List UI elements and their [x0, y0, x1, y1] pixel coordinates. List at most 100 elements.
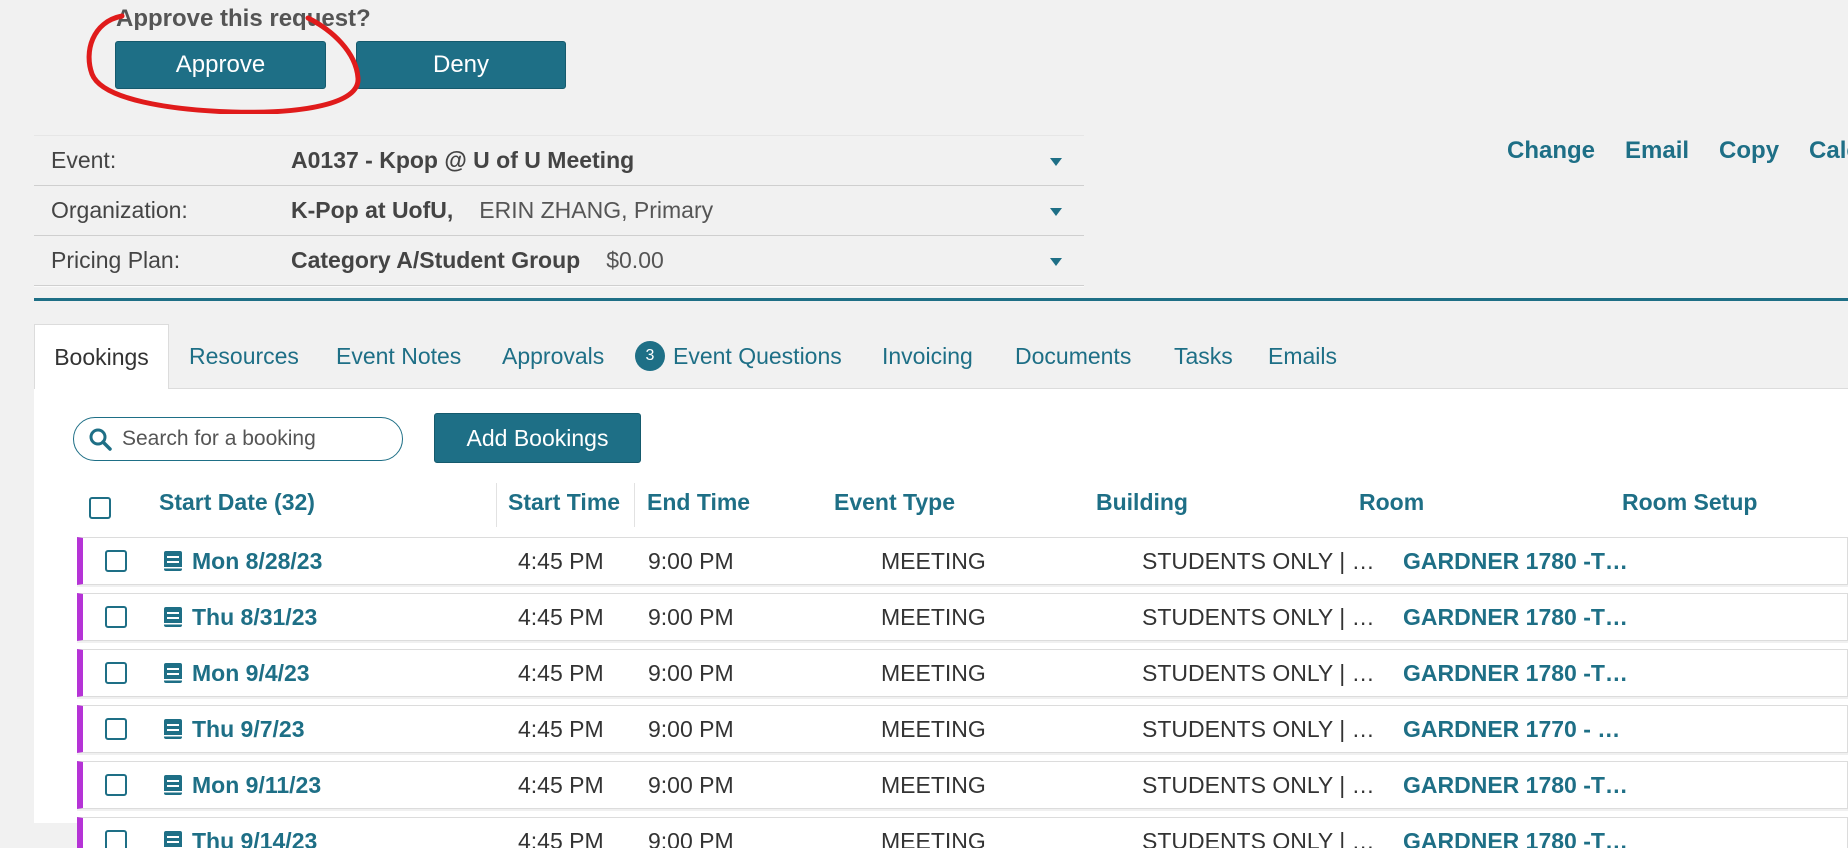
col-start-date[interactable]: Start Date (32) [159, 477, 315, 527]
end-time-cell: 9:00 PM [648, 762, 734, 808]
booking-search[interactable] [73, 417, 403, 461]
start-time-cell: 4:45 PM [518, 650, 604, 696]
chevron-down-icon[interactable] [1050, 208, 1062, 216]
column-divider [634, 483, 635, 527]
end-time-cell: 9:00 PM [648, 538, 734, 584]
table-row[interactable]: Mon 9/4/23 4:45 PM 9:00 PM MEETING STUDE… [77, 649, 1848, 697]
tab-approvals[interactable]: Approvals [502, 324, 604, 388]
event-value: A0137 - Kpop @ U of U Meeting [291, 147, 634, 174]
table-row[interactable]: Mon 8/28/23 4:45 PM 9:00 PM MEETING STUD… [77, 537, 1848, 585]
start-date-cell[interactable]: Mon 9/4/23 [163, 650, 310, 696]
room-cell[interactable]: GARDNER 1770 - … [1403, 706, 1620, 752]
start-time-cell: 4:45 PM [518, 594, 604, 640]
book-icon [163, 718, 183, 740]
col-start-time[interactable]: Start Time [508, 477, 620, 527]
building-cell: STUDENTS ONLY | … [1142, 538, 1375, 584]
tab-resources[interactable]: Resources [189, 324, 299, 388]
tab-bookings[interactable]: Bookings [34, 324, 169, 389]
pricing-plan-row[interactable]: Pricing Plan: Category A/Student Group$0… [34, 236, 1084, 286]
event-label: Event: [51, 147, 116, 174]
organization-row[interactable]: Organization: K-Pop at UofU,ERIN ZHANG, … [34, 186, 1084, 236]
book-icon [163, 606, 183, 628]
table-row[interactable]: Mon 9/11/23 4:45 PM 9:00 PM MEETING STUD… [77, 761, 1848, 809]
col-building[interactable]: Building [1096, 477, 1188, 527]
deny-button[interactable]: Deny [356, 41, 566, 89]
booking-date[interactable]: Mon 9/11/23 [192, 772, 321, 799]
change-link[interactable]: Change [1507, 137, 1595, 165]
event-type-cell: MEETING [881, 706, 986, 752]
end-time-cell: 9:00 PM [648, 594, 734, 640]
organization-value: K-Pop at UofU,ERIN ZHANG, Primary [291, 197, 713, 224]
start-time-cell: 4:45 PM [518, 762, 604, 808]
bookings-panel: Add Bookings Start Date (32) Start Time … [34, 389, 1848, 823]
col-room[interactable]: Room [1359, 477, 1424, 527]
booking-date[interactable]: Thu 8/31/23 [192, 604, 317, 631]
room-cell[interactable]: GARDNER 1780 -T… [1403, 538, 1628, 584]
room-cell[interactable]: GARDNER 1780 -T… [1403, 650, 1628, 696]
start-date-cell[interactable]: Thu 8/31/23 [163, 594, 317, 640]
row-checkbox[interactable] [105, 662, 127, 684]
room-cell[interactable]: GARDNER 1780 -T… [1403, 594, 1628, 640]
add-bookings-button[interactable]: Add Bookings [434, 413, 641, 463]
booking-date[interactable]: Thu 9/7/23 [192, 716, 304, 743]
question-count-badge: 3 [635, 341, 665, 371]
start-date-cell[interactable]: Thu 9/7/23 [163, 706, 304, 752]
start-date-cell[interactable]: Mon 8/28/23 [163, 538, 322, 584]
tab-invoicing[interactable]: Invoicing [882, 324, 973, 388]
book-icon [163, 774, 183, 796]
tab-emails[interactable]: Emails [1268, 324, 1337, 388]
pricing-amount: $0.00 [606, 247, 664, 273]
room-cell[interactable]: GARDNER 1780 -T… [1403, 762, 1628, 808]
chevron-down-icon[interactable] [1050, 258, 1062, 266]
event-type-cell: MEETING [881, 650, 986, 696]
start-date-cell[interactable]: Mon 9/11/23 [163, 762, 321, 808]
bookings-header: Start Date (32) Start Time End Time Even… [34, 477, 1848, 527]
start-time-cell: 4:45 PM [518, 538, 604, 584]
table-row[interactable]: Thu 8/31/23 4:45 PM 9:00 PM MEETING STUD… [77, 593, 1848, 641]
email-link[interactable]: Email [1625, 137, 1689, 165]
book-icon [163, 830, 183, 848]
col-event-type[interactable]: Event Type [834, 477, 955, 527]
event-type-cell: MEETING [881, 538, 986, 584]
booking-date[interactable]: Thu 9/14/23 [192, 828, 317, 848]
pricing-plan-label: Pricing Plan: [51, 247, 180, 274]
pricing-plan-value: Category A/Student Group$0.00 [291, 247, 664, 274]
column-divider [496, 483, 497, 527]
tab-documents[interactable]: Documents [1015, 324, 1131, 388]
book-icon [163, 550, 183, 572]
copy-link[interactable]: Copy [1719, 137, 1779, 165]
book-icon [163, 662, 183, 684]
section-divider [34, 298, 1848, 301]
bookings-list: Mon 8/28/23 4:45 PM 9:00 PM MEETING STUD… [77, 537, 1848, 848]
tab-event-questions[interactable]: 3 Event Questions [635, 324, 842, 388]
building-cell: STUDENTS ONLY | … [1142, 706, 1375, 752]
chevron-down-icon[interactable] [1050, 158, 1062, 166]
building-cell: STUDENTS ONLY | … [1142, 650, 1375, 696]
tab-event-notes[interactable]: Event Notes [336, 324, 461, 388]
row-checkbox[interactable] [105, 550, 127, 572]
approval-prompt: Approve this request? [116, 2, 371, 30]
booking-date[interactable]: Mon 8/28/23 [192, 548, 322, 575]
col-room-setup[interactable]: Room Setup [1622, 477, 1757, 527]
end-time-cell: 9:00 PM [648, 650, 734, 696]
event-type-cell: MEETING [881, 594, 986, 640]
row-checkbox[interactable] [105, 718, 127, 740]
approve-button[interactable]: Approve [115, 41, 326, 89]
calendar-link[interactable]: Calen [1809, 137, 1848, 165]
event-actions: Change Email Copy Calen [1507, 137, 1848, 165]
table-row[interactable]: Thu 9/7/23 4:45 PM 9:00 PM MEETING STUDE… [77, 705, 1848, 753]
search-input[interactable] [120, 426, 394, 452]
building-cell: STUDENTS ONLY | … [1142, 762, 1375, 808]
tab-tasks[interactable]: Tasks [1174, 324, 1233, 388]
row-checkbox[interactable] [105, 830, 127, 848]
row-checkbox[interactable] [105, 606, 127, 628]
search-icon [88, 427, 112, 451]
event-info-panel: Event: A0137 - Kpop @ U of U Meeting Org… [34, 135, 1084, 286]
table-row[interactable]: Thu 9/14/23 4:45 PM 9:00 PM MEETING STUD… [77, 817, 1848, 848]
event-row[interactable]: Event: A0137 - Kpop @ U of U Meeting [34, 135, 1084, 186]
building-cell: STUDENTS ONLY | … [1142, 594, 1375, 640]
booking-date[interactable]: Mon 9/4/23 [192, 660, 310, 687]
row-checkbox[interactable] [105, 774, 127, 796]
col-end-time[interactable]: End Time [647, 477, 750, 527]
start-time-cell: 4:45 PM [518, 706, 604, 752]
